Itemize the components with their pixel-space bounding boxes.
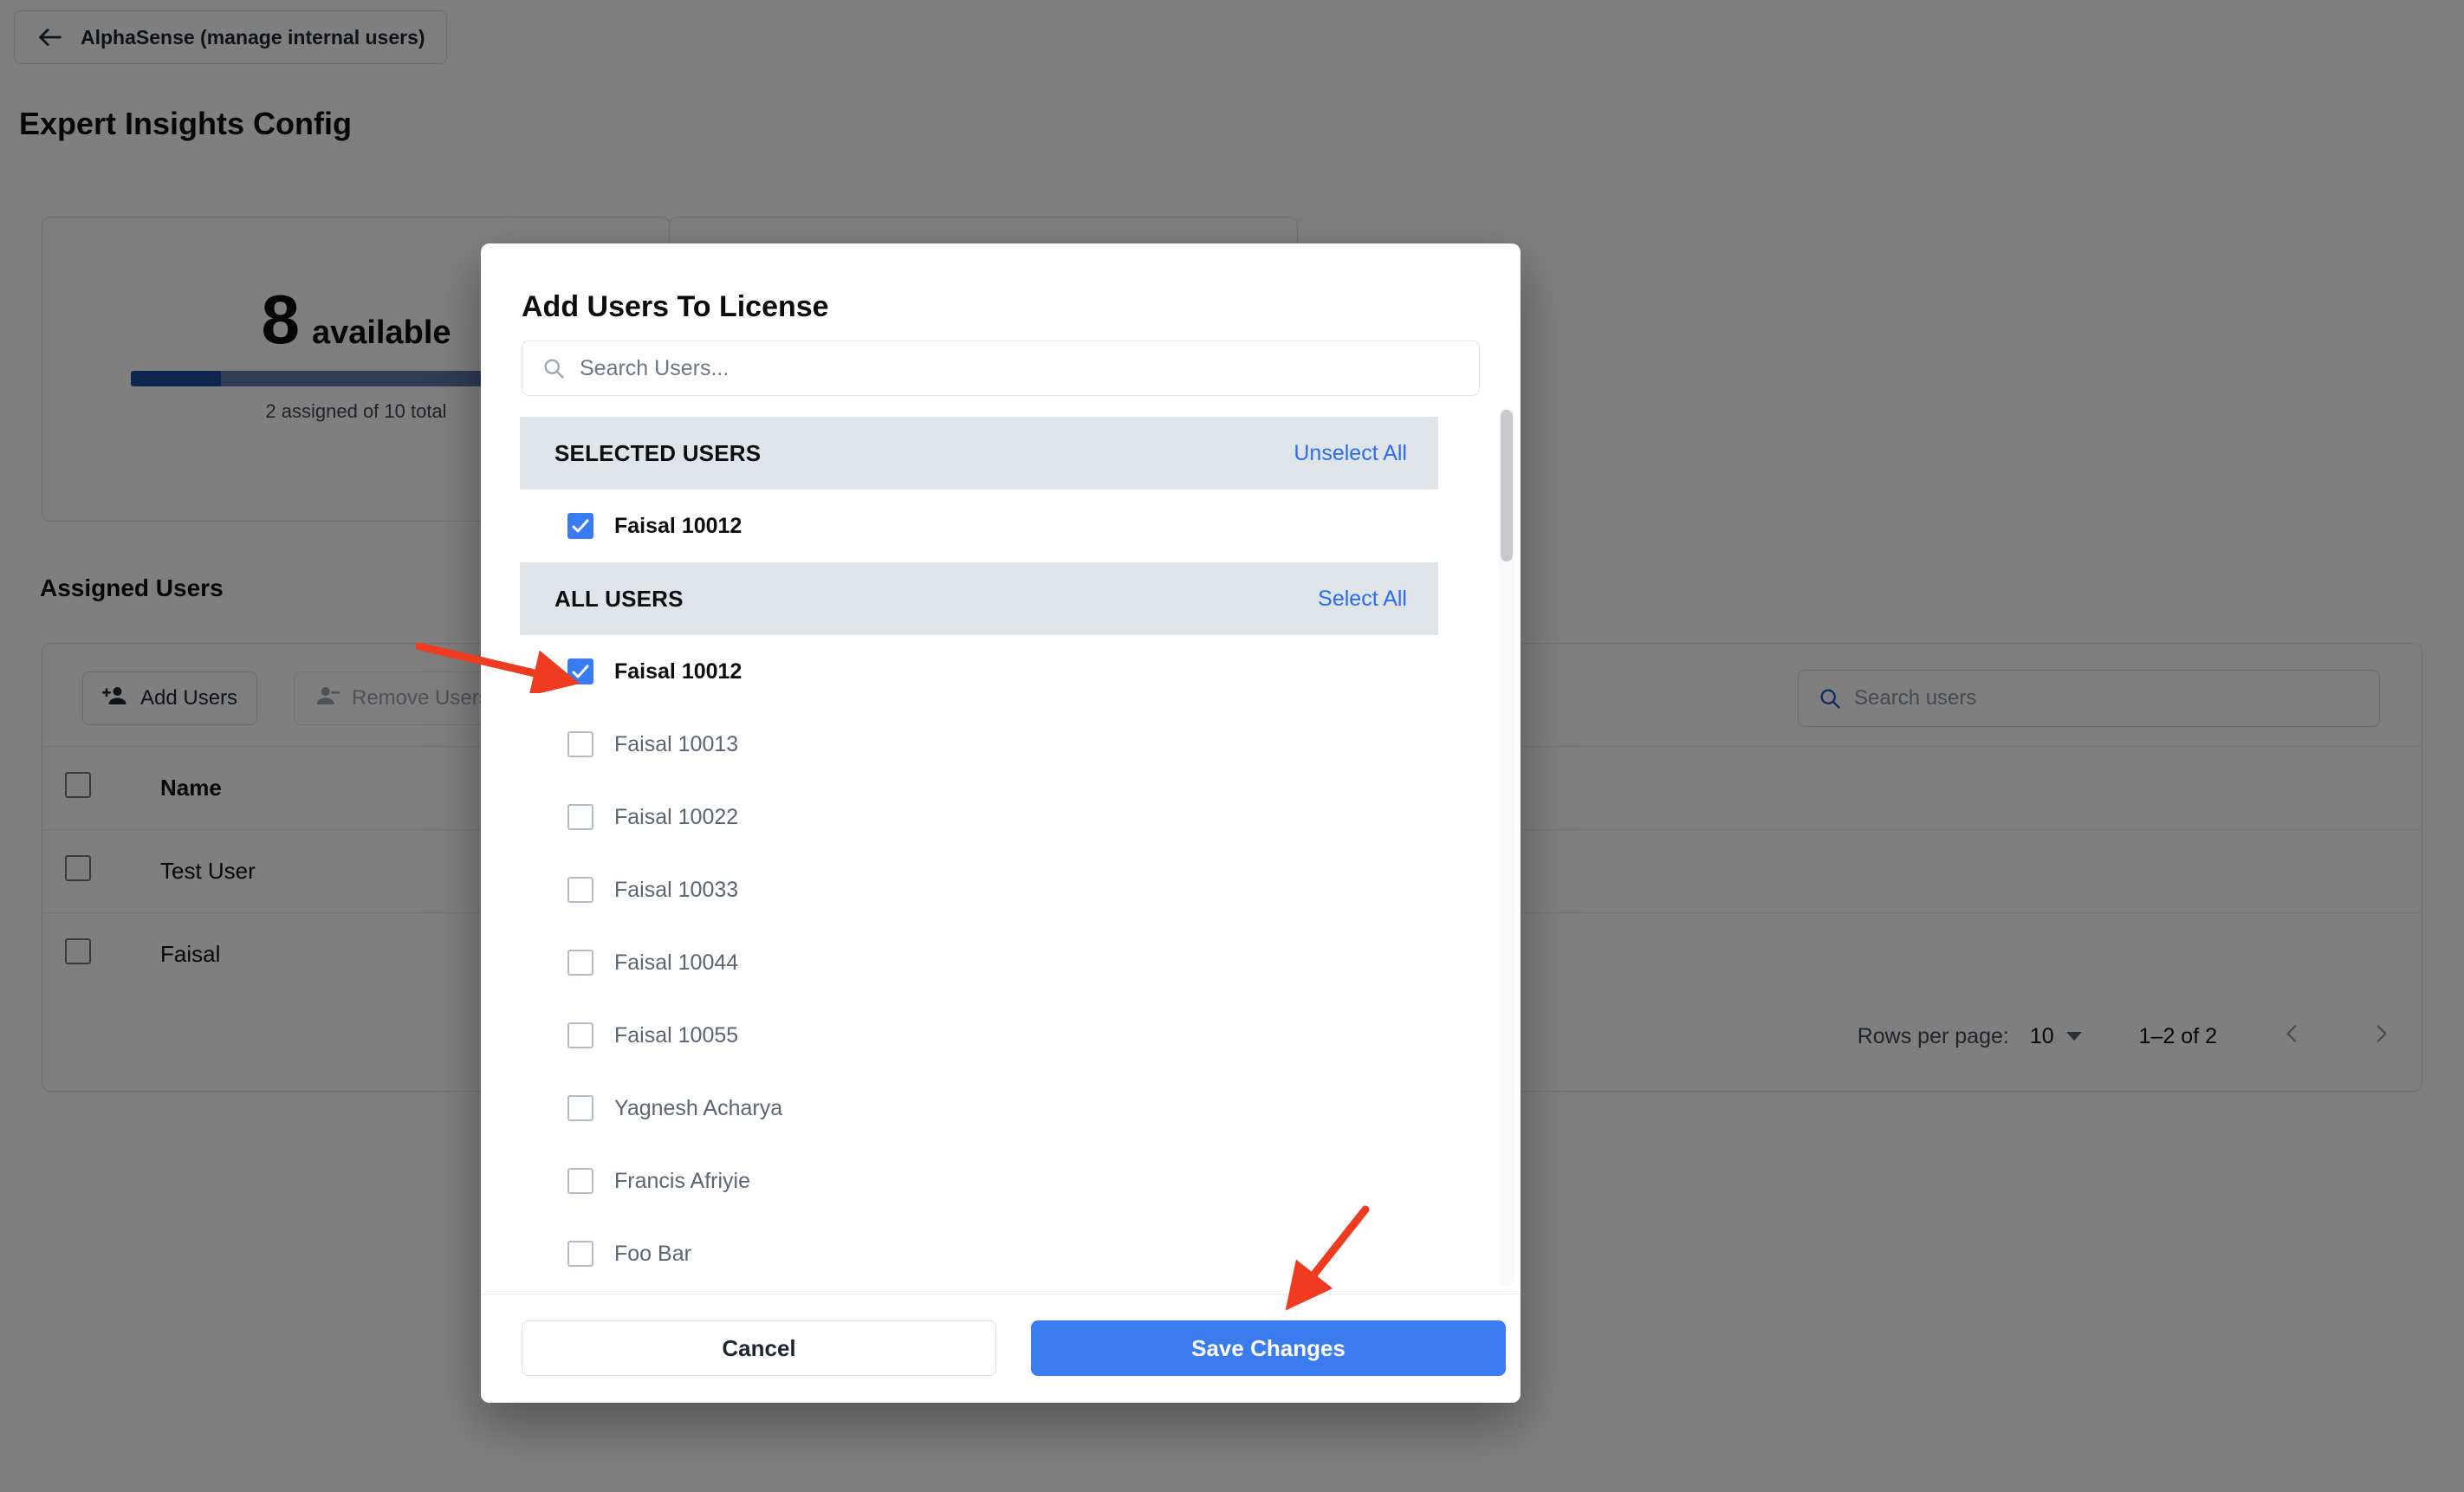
- add-users-dialog: Add Users To License Search Users... SEL…: [481, 243, 1521, 1403]
- list-item[interactable]: Faisal 10012: [520, 635, 1438, 708]
- user-name: Faisal 10012: [614, 513, 742, 538]
- dialog-title: Add Users To License: [522, 290, 829, 323]
- list-scrollbar-thumb[interactable]: [1501, 410, 1513, 561]
- list-item[interactable]: Faisal 10044: [520, 926, 1438, 999]
- list-item[interactable]: Foo Bar: [520, 1217, 1438, 1286]
- list-scrollbar-track[interactable]: [1499, 408, 1514, 1286]
- user-checkbox[interactable]: [567, 950, 593, 976]
- user-list: SELECTED USERS Unselect All Faisal 10012…: [520, 417, 1438, 1286]
- user-checkbox[interactable]: [567, 1168, 593, 1194]
- user-name: Faisal 10044: [614, 950, 739, 975]
- dialog-search-input[interactable]: Search Users...: [522, 341, 1480, 396]
- user-name: Faisal 10012: [614, 658, 742, 684]
- cancel-button[interactable]: Cancel: [522, 1320, 996, 1376]
- user-name: Faisal 10055: [614, 1022, 739, 1048]
- user-name: Faisal 10033: [614, 877, 739, 902]
- dialog-search-placeholder: Search Users...: [580, 355, 729, 380]
- list-item[interactable]: Faisal 10055: [520, 999, 1438, 1072]
- group-header-all-users: ALL USERS Select All: [520, 562, 1438, 635]
- user-list-viewport: SELECTED USERS Unselect All Faisal 10012…: [520, 417, 1482, 1286]
- list-item[interactable]: Faisal 10012: [520, 490, 1438, 562]
- user-checkbox[interactable]: [567, 1022, 593, 1048]
- user-checkbox[interactable]: [567, 1095, 593, 1121]
- list-item[interactable]: Faisal 10022: [520, 781, 1438, 853]
- dialog-footer: Cancel Save Changes: [481, 1294, 1521, 1403]
- user-checkbox[interactable]: [567, 877, 593, 903]
- user-checkbox[interactable]: [567, 658, 593, 684]
- user-name: Yagnesh Acharya: [614, 1095, 783, 1120]
- list-item[interactable]: Faisal 10013: [520, 708, 1438, 781]
- user-name: Francis Afriyie: [614, 1168, 750, 1193]
- search-icon: [541, 356, 566, 380]
- group-title: ALL USERS: [554, 585, 684, 612]
- select-all-link[interactable]: Select All: [1318, 587, 1407, 612]
- list-item[interactable]: Faisal 10033: [520, 853, 1438, 926]
- user-name: Faisal 10013: [614, 731, 739, 756]
- group-title: SELECTED USERS: [554, 439, 762, 466]
- unselect-all-link[interactable]: Unselect All: [1294, 441, 1407, 466]
- user-checkbox[interactable]: [567, 513, 593, 539]
- list-item[interactable]: Francis Afriyie: [520, 1145, 1438, 1217]
- user-checkbox[interactable]: [567, 1241, 593, 1267]
- user-checkbox[interactable]: [567, 731, 593, 757]
- group-header-selected-users: SELECTED USERS Unselect All: [520, 417, 1438, 490]
- user-name: Faisal 10022: [614, 804, 739, 829]
- save-changes-button[interactable]: Save Changes: [1031, 1320, 1506, 1376]
- user-name: Foo Bar: [614, 1241, 691, 1266]
- list-item[interactable]: Yagnesh Acharya: [520, 1072, 1438, 1145]
- user-checkbox[interactable]: [567, 804, 593, 830]
